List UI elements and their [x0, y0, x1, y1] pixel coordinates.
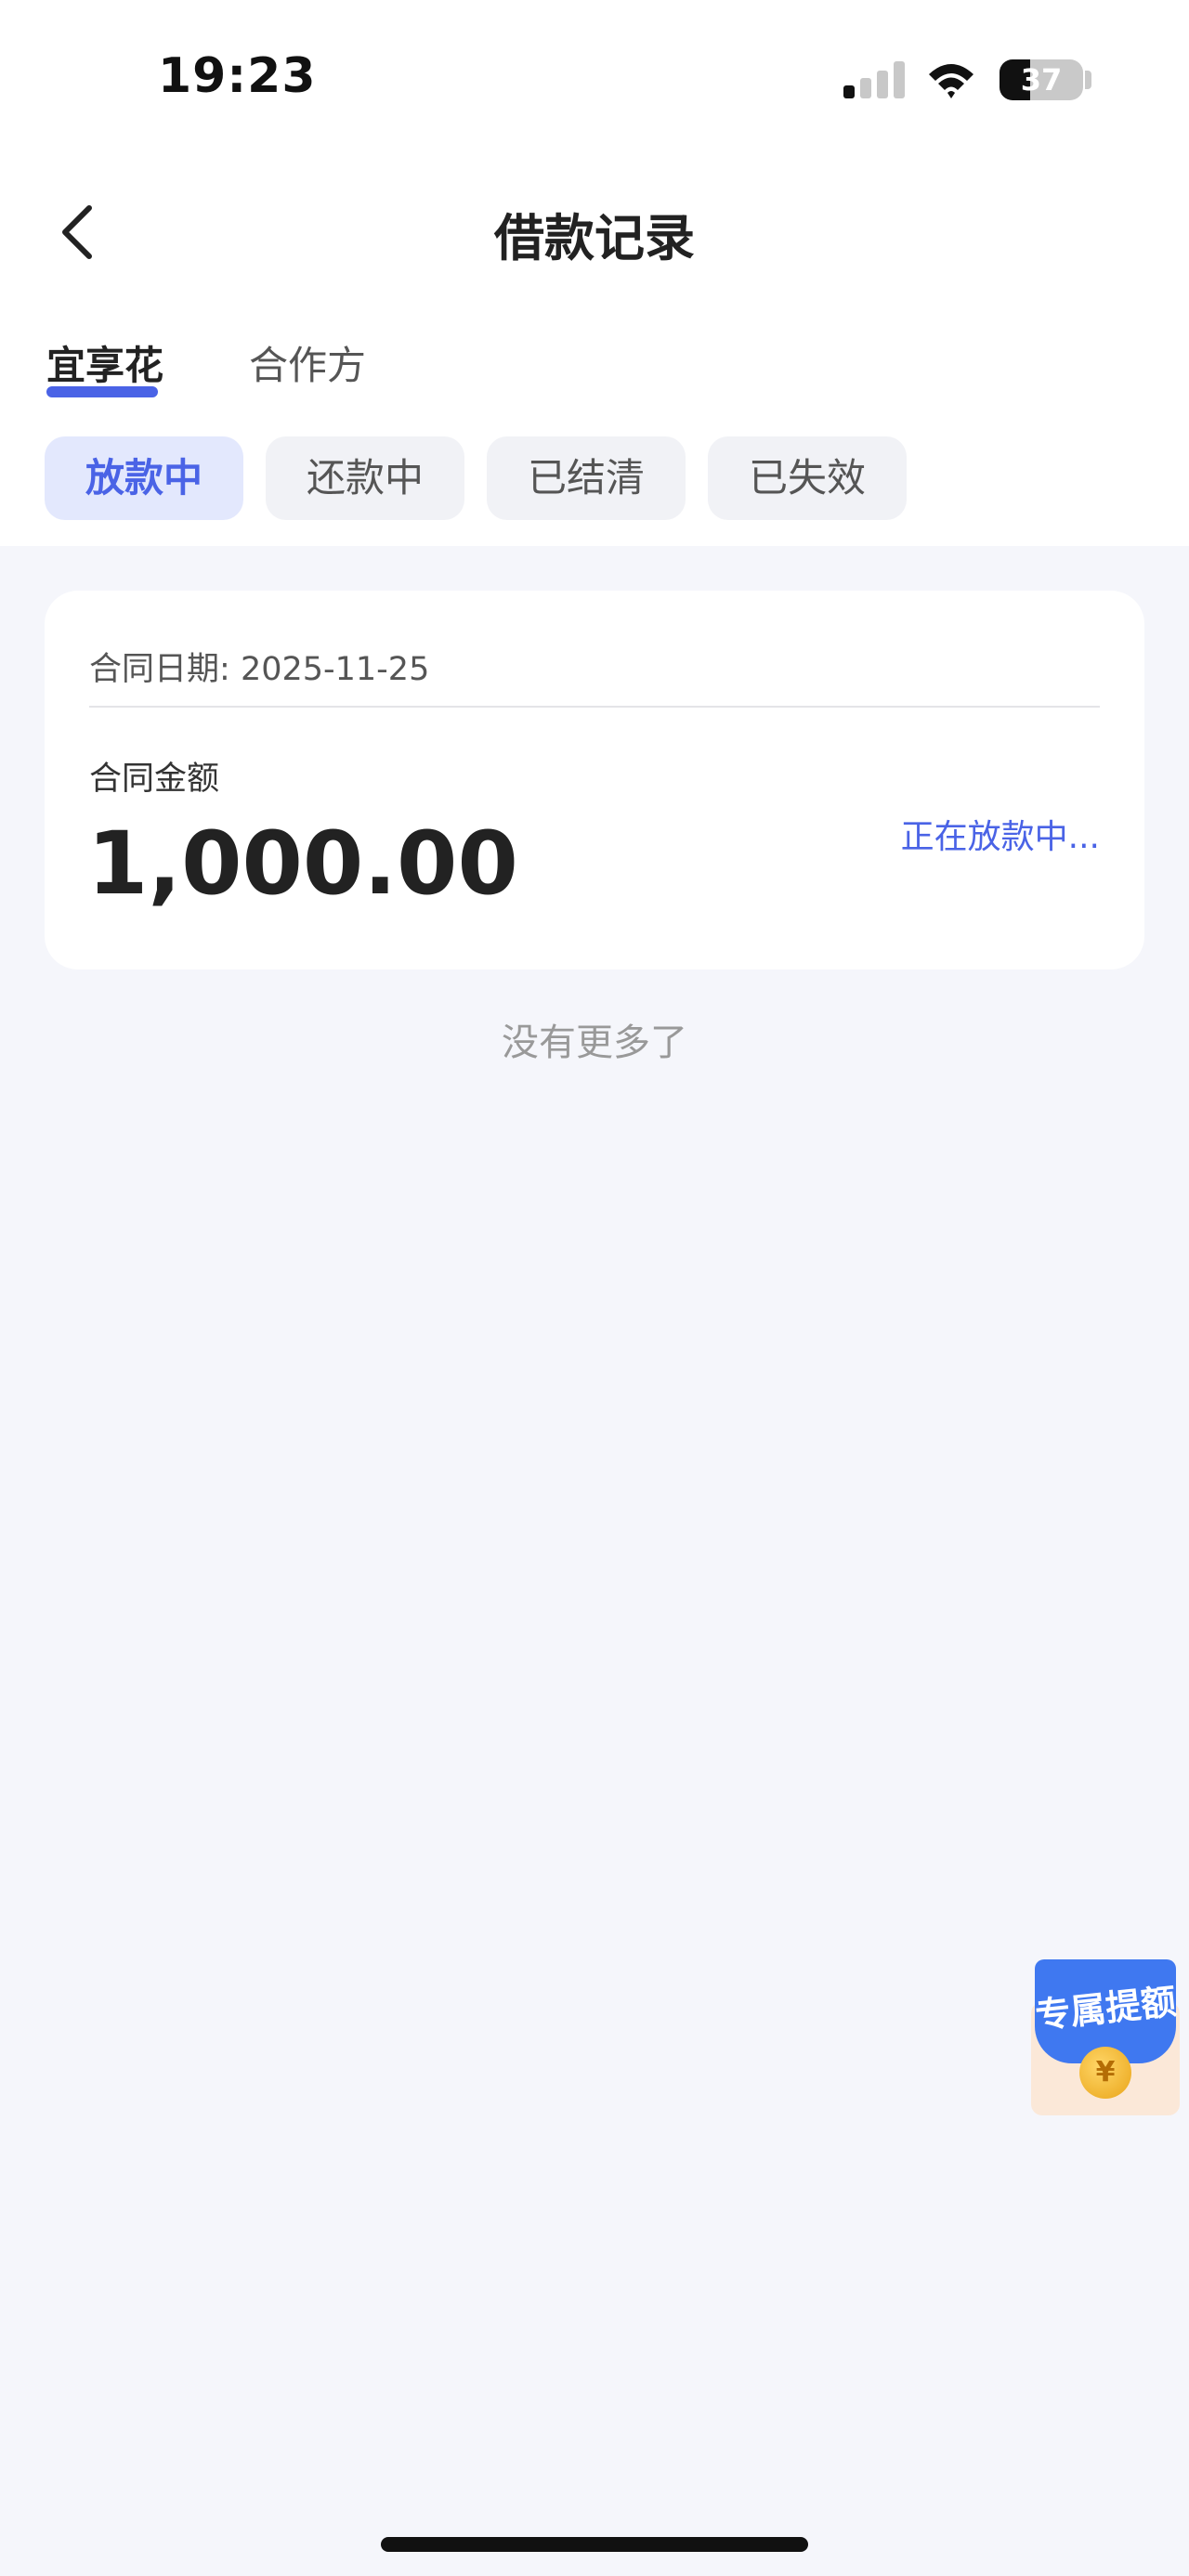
battery-tip — [1085, 71, 1091, 89]
page-title: 借款记录 — [494, 209, 695, 267]
card-divider — [89, 706, 1100, 708]
tab-active-indicator — [46, 386, 158, 397]
contract-date-value: 2025-11-25 — [240, 651, 430, 688]
list-end-text: 没有更多了 — [502, 1021, 687, 1064]
cellular-signal-icon — [843, 61, 905, 98]
contract-date-row: 合同日期: 2025-11-25 — [89, 643, 429, 690]
loan-record-card[interactable]: 合同日期: 2025-11-25 合同金额 1,000.00 正在放款中... — [45, 591, 1144, 969]
battery-icon: 37 — [1000, 59, 1083, 100]
contract-amount-label: 合同金额 — [89, 761, 220, 798]
filter-chip-settled[interactable]: 已结清 — [487, 436, 686, 520]
contract-amount-value: 1,000.00 — [87, 813, 518, 915]
tab-partner[interactable]: 合作方 — [249, 334, 366, 391]
filter-chip-disbursing[interactable]: 放款中 — [45, 436, 243, 520]
battery-level: 37 — [1020, 62, 1063, 98]
home-indicator[interactable] — [381, 2537, 808, 2552]
tab-yixianghua[interactable]: 宜享花 — [46, 334, 163, 391]
wifi-icon — [929, 64, 973, 98]
filter-chip-expired[interactable]: 已失效 — [708, 436, 907, 520]
promo-credit-boost-button[interactable]: 专属提额 ¥ — [1031, 1959, 1180, 2115]
coin-icon: ¥ — [1079, 2047, 1131, 2099]
contract-date-label: 合同日期: — [89, 651, 230, 688]
loan-status-text: 正在放款中... — [900, 818, 1100, 856]
status-time: 19:23 — [158, 48, 317, 104]
filter-chip-repaying[interactable]: 还款中 — [266, 436, 464, 520]
